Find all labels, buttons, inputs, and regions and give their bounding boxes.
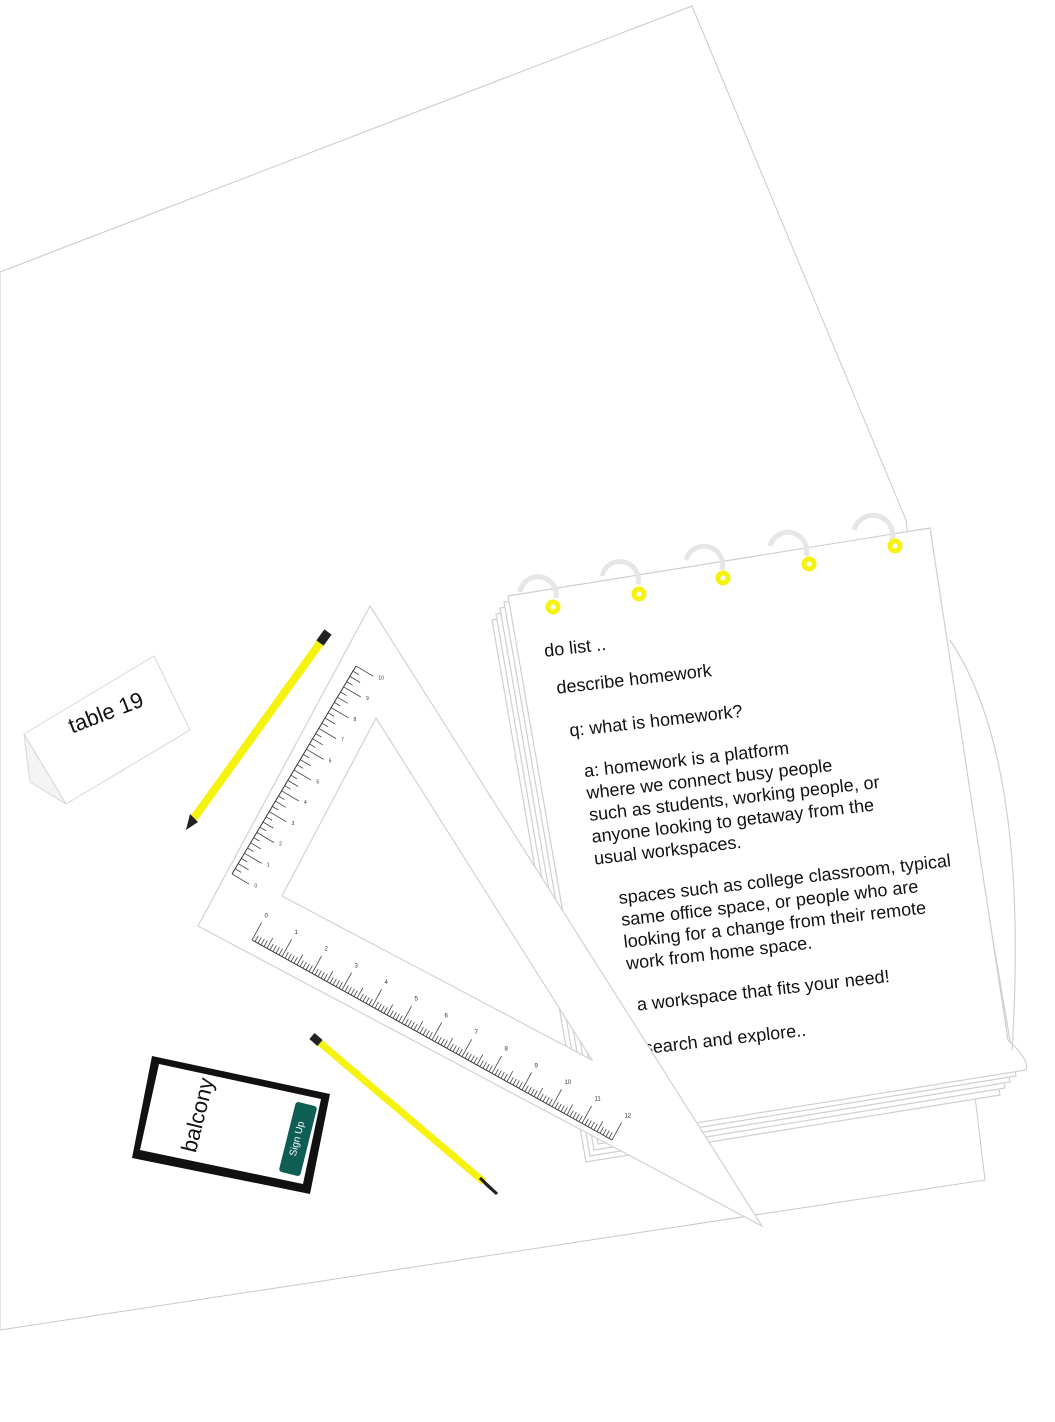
phone bbox=[132, 1056, 330, 1194]
